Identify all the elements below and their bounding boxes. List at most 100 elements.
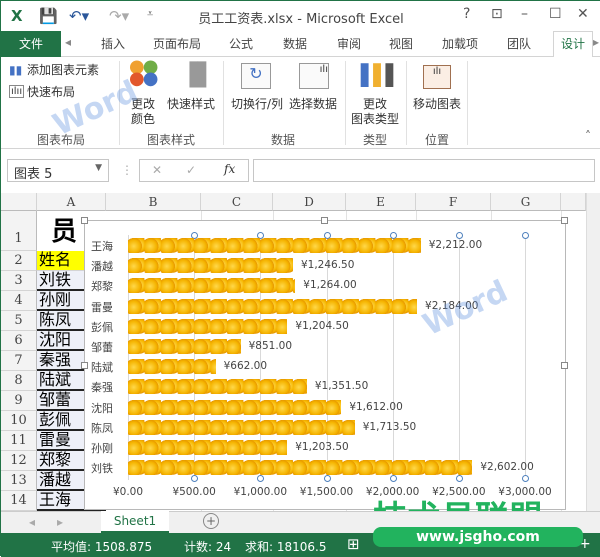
formula-input[interactable] — [253, 159, 595, 182]
row-header[interactable]: 1 — [1, 211, 37, 251]
category-label: 秦强 — [91, 381, 113, 395]
bar[interactable] — [128, 298, 418, 314]
category-label: 陆斌 — [91, 361, 113, 375]
status-sum: 求和: 18106.5 — [245, 540, 327, 554]
selection-handle[interactable] — [323, 475, 331, 482]
prev-sheet-icon[interactable]: ◂ — [29, 515, 35, 529]
column-header[interactable]: E — [346, 193, 416, 211]
column-header[interactable]: C — [201, 193, 273, 211]
name-box[interactable]: 图表 5 ▼ — [7, 159, 109, 182]
row-header[interactable]: 5 — [1, 311, 37, 331]
column-header[interactable]: G — [491, 193, 561, 211]
row-header[interactable]: 2 — [1, 251, 37, 271]
column-header[interactable]: A — [37, 193, 106, 211]
tab-page-layout[interactable]: 页面布局 — [153, 35, 201, 52]
tab-view[interactable]: 视图 — [389, 35, 413, 52]
row-header[interactable]: 12 — [1, 451, 37, 471]
resize-handle[interactable] — [81, 217, 88, 224]
vertical-scrollbar[interactable] — [586, 193, 600, 511]
ribbon-display-icon[interactable]: ⊡ — [491, 6, 503, 22]
bar[interactable] — [128, 359, 216, 375]
tabs-scroll-right[interactable]: ▸ — [593, 35, 599, 49]
cancel-icon[interactable]: ✕ — [152, 163, 162, 177]
minimize-button[interactable]: – — [521, 6, 528, 22]
bar[interactable] — [128, 460, 473, 476]
data-label: ¥1,203.50 — [295, 441, 349, 453]
row-header[interactable]: 6 — [1, 331, 37, 351]
row-header[interactable]: 9 — [1, 391, 37, 411]
resize-handle[interactable] — [81, 362, 88, 369]
selection-handle[interactable] — [522, 232, 529, 239]
tab-team[interactable]: 团队 — [507, 35, 531, 52]
row-header[interactable]: 10 — [1, 411, 37, 431]
insert-function-icon[interactable]: fx — [224, 162, 235, 176]
row-header[interactable]: 11 — [1, 431, 37, 451]
selection-handle[interactable] — [522, 475, 529, 482]
bar[interactable] — [128, 238, 421, 253]
data-label: ¥1,713.50 — [362, 420, 417, 433]
bar[interactable] — [128, 258, 293, 274]
tab-review[interactable]: 审阅 — [337, 35, 361, 52]
tab-insert[interactable]: 插入 — [101, 35, 125, 52]
move-chart-button[interactable]: 移动图表 — [413, 97, 461, 112]
category-label: 陈凤 — [91, 421, 113, 435]
selection-handle[interactable] — [389, 475, 397, 482]
normal-view-icon[interactable]: ⊞ — [347, 535, 360, 553]
row-header[interactable]: 14 — [1, 491, 37, 511]
row-header[interactable]: 3 — [1, 271, 37, 291]
sheet-tab-sheet1[interactable]: Sheet1 — [101, 511, 169, 533]
quick-layout-button[interactable]: 快速布局 — [27, 85, 75, 100]
close-button[interactable]: ✕ — [577, 6, 589, 22]
add-chart-element-button[interactable]: 添加图表元素 — [27, 63, 99, 78]
row-header[interactable]: 7 — [1, 351, 37, 371]
chart[interactable]: ¥0.00 ¥500.00 ¥1,000.00 ¥1,500.00 ¥2,000.00 ¥… — [81, 217, 568, 510]
change-chart-type-button[interactable]: 更改 图表类型 — [351, 97, 399, 127]
select-data-button[interactable]: 选择数据 — [289, 97, 337, 112]
formula-bar: 图表 5 ▼ ⋮ ✕ ✓ fx — [1, 149, 600, 193]
watermark-url: www.jsgho.com — [373, 527, 583, 547]
column-header[interactable]: B — [106, 193, 201, 211]
bar[interactable] — [128, 440, 288, 455]
tab-design[interactable]: 设计 — [553, 31, 593, 58]
resize-handle[interactable] — [561, 362, 568, 369]
column-header[interactable]: D — [273, 193, 346, 211]
bar[interactable] — [128, 278, 296, 294]
tab-data[interactable]: 数据 — [283, 35, 307, 52]
enter-icon[interactable]: ✓ — [186, 163, 196, 177]
category-label: 郑黎 — [91, 280, 113, 294]
switch-row-column-button[interactable]: 切换行/列 — [231, 97, 283, 112]
collapse-ribbon-icon[interactable]: ˄ — [585, 129, 591, 143]
row-header[interactable]: 4 — [1, 291, 37, 311]
tab-formulas[interactable]: 公式 — [229, 35, 253, 52]
maximize-button[interactable]: ☐ — [549, 6, 562, 22]
resize-handle[interactable] — [561, 217, 568, 224]
bar[interactable] — [128, 379, 307, 395]
row-header[interactable]: 13 — [1, 471, 37, 491]
category-label: 王海 — [91, 240, 113, 253]
selection-handle[interactable] — [455, 475, 463, 482]
tabs-scroll-left[interactable]: ◂ — [65, 35, 71, 49]
data-label: ¥2,212.00 — [428, 239, 483, 251]
new-sheet-button[interactable]: + — [203, 513, 219, 529]
data-label: ¥662.00 — [223, 360, 268, 373]
group-label-type: 类型 — [363, 133, 388, 147]
category-label: 雷曼 — [91, 300, 113, 314]
next-sheet-icon[interactable]: ▸ — [57, 515, 63, 529]
data-label: ¥1,264.00 — [303, 279, 357, 292]
tab-file[interactable]: 文件 — [1, 31, 61, 57]
bar[interactable] — [128, 339, 241, 354]
selection-handle[interactable] — [257, 475, 265, 482]
select-all-corner[interactable] — [1, 193, 37, 211]
quick-styles-button[interactable]: 快速样式 — [167, 97, 215, 112]
help-button[interactable]: ? — [463, 6, 470, 22]
selection-handle[interactable] — [455, 232, 463, 239]
bar[interactable] — [128, 318, 288, 334]
tab-addins[interactable]: 加载项 — [442, 35, 478, 52]
column-header[interactable]: F — [416, 193, 491, 211]
bar[interactable] — [128, 419, 355, 435]
resize-handle[interactable] — [321, 217, 328, 224]
change-chart-type-icon: ▌▌▌ — [361, 63, 401, 87]
bar[interactable] — [128, 399, 342, 415]
row-header[interactable]: 8 — [1, 371, 37, 391]
selection-handle[interactable] — [191, 475, 199, 482]
